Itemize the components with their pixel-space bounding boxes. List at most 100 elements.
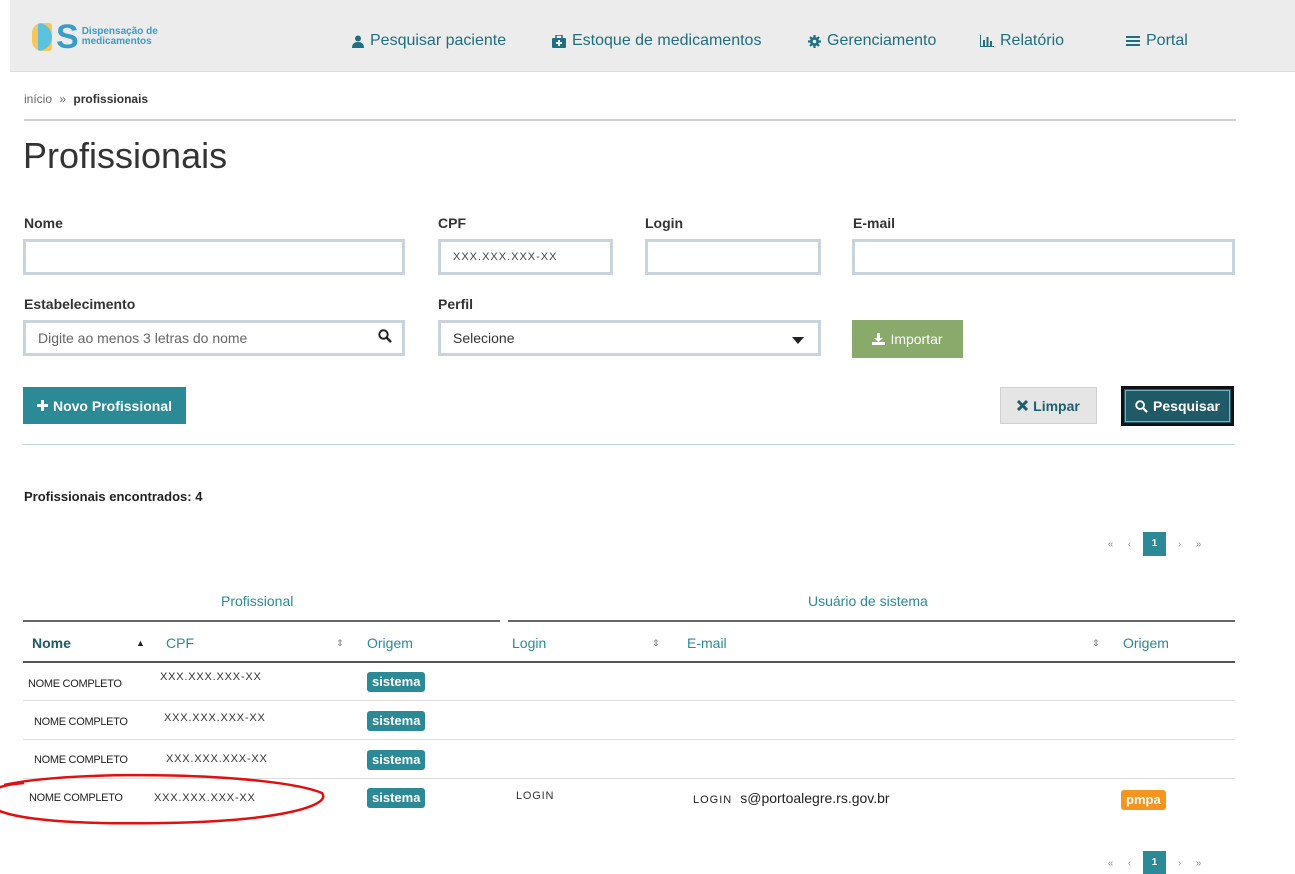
nome-input[interactable] [23,239,405,275]
first-page-button[interactable]: « [1101,858,1120,869]
next-page-button[interactable]: › [1170,539,1189,550]
nav-label: Pesquisar paciente [370,32,507,49]
nav-gerenciamento[interactable]: Gerenciamento [808,32,936,50]
cell-nome: NOME COMPLETO [34,716,128,728]
estabelecimento-input[interactable]: Digite ao menos 3 letras do nome [23,320,405,356]
pagination-top: « ‹ 1 › » [1101,532,1208,556]
cell-nome: NOME COMPLETO [34,754,128,766]
cell-cpf: XXX.XXX.XXX-XX [164,712,266,724]
group-profissional: Profissional [221,593,294,609]
col-nome[interactable]: Nome [32,635,71,651]
cell-cpf: XXX.XXX.XXX-XX [154,792,256,804]
limpar-button[interactable]: Limpar [1000,387,1097,424]
divider [23,444,1235,445]
row-divider [23,739,1235,740]
group-divider [508,620,1235,622]
importar-button[interactable]: Importar [852,320,963,358]
cell-login: LOGIN [516,790,555,802]
sort-icon[interactable]: ⇕ [336,638,344,649]
divider [24,119,1236,121]
perfil-label: Perfil [438,296,474,312]
table-header-divider [23,661,1235,663]
user-icon [352,35,364,48]
search-icon [1135,399,1148,413]
cell-nome: NOME COMPLETO [29,792,123,804]
email-domain-part: s@portoalegre.rs.gov.br [740,790,890,806]
logo-line-2: medicamentos [81,36,152,47]
col-email[interactable]: E-mail [687,635,727,651]
logo-mark-icon [32,23,52,51]
breadcrumb-separator: » [59,92,67,106]
pagination-bottom: « ‹ 1 › » [1101,851,1208,874]
novo-profissional-button[interactable]: Novo Profissional [23,387,186,424]
nome-label: Nome [24,215,63,231]
nav-relatorio[interactable]: Relatório [980,32,1064,50]
next-page-button[interactable]: › [1170,858,1189,869]
nav-label: Relatório [1000,32,1065,49]
sort-icon[interactable]: ⇕ [652,638,660,649]
sort-icon[interactable]: ⇕ [1092,638,1100,649]
origem-badge: sistema [367,750,426,770]
origem-usuario-badge: pmpa [1121,790,1166,810]
group-usuario: Usuário de sistema [808,593,928,609]
group-divider [23,620,500,622]
email-login-part: LOGIN [693,794,733,806]
logo-letters: S [56,18,79,56]
search-icon[interactable] [378,329,392,343]
sort-asc-icon[interactable]: ▲ [136,638,145,648]
cpf-value: XXX.XXX.XXX-XX [453,251,558,263]
cell-email: LOGIN s@portoalegre.rs.gov.br [693,790,890,806]
col-origem-usuario: Origem [1123,635,1169,651]
origem-badge: sistema [367,672,426,692]
pesquisar-button[interactable]: Pesquisar [1121,386,1234,426]
nav-label: Gerenciamento [827,32,937,49]
row-divider [23,778,1235,779]
prev-page-button[interactable]: ‹ [1120,858,1139,869]
perfil-select[interactable]: Selecione [438,320,821,356]
close-icon [1017,400,1029,411]
results-count: Profissionais encontrados: 4 [24,489,203,504]
breadcrumb-home[interactable]: início [24,92,52,106]
row-divider [23,700,1235,701]
login-label: Login [645,215,684,231]
col-origem: Origem [367,635,413,651]
last-page-button[interactable]: » [1189,858,1208,869]
cell-cpf: XXX.XXX.XXX-XX [166,753,268,765]
first-page-button[interactable]: « [1101,539,1120,550]
nav-pesquisar-paciente[interactable]: Pesquisar paciente [352,32,506,50]
bar-chart-icon [980,35,994,47]
menu-icon [1126,36,1140,46]
breadcrumb-current: profissionais [73,92,149,106]
page-1-button[interactable]: 1 [1143,532,1166,556]
email-input[interactable] [852,239,1235,275]
cpf-label: CPF [438,215,466,231]
breadcrumb: início » profissionais [24,92,148,106]
nav-estoque[interactable]: Estoque de medicamentos [552,32,761,50]
col-cpf[interactable]: CPF [166,635,194,651]
last-page-button[interactable]: » [1189,539,1208,550]
nav-portal[interactable]: Portal [1126,32,1188,50]
estabelecimento-label: Estabelecimento [24,296,136,312]
top-navbar: S Dispensação de medicamentos Pesquisar … [10,0,1295,72]
app-logo[interactable]: S Dispensação de medicamentos [32,18,158,56]
gear-icon [808,34,821,48]
nav-label: Estoque de medicamentos [572,32,762,49]
plus-icon [36,400,48,411]
page-1-button[interactable]: 1 [1143,851,1166,874]
download-icon [872,333,886,345]
page-title: Profissionais [23,135,228,176]
cell-nome: NOME COMPLETO [28,678,122,690]
origem-badge: sistema [367,788,426,808]
perfil-selected-value: Selecione [453,330,515,346]
col-login[interactable]: Login [512,635,546,651]
origem-badge: sistema [367,711,426,731]
caret-down-icon [792,337,804,344]
estabelecimento-placeholder: Digite ao menos 3 letras do nome [38,330,248,346]
prev-page-button[interactable]: ‹ [1120,539,1139,550]
cpf-input[interactable]: XXX.XXX.XXX-XX [438,239,613,275]
email-label: E-mail [853,215,896,231]
cell-cpf: XXX.XXX.XXX-XX [160,671,262,683]
medkit-icon [552,34,566,48]
login-input[interactable] [645,239,821,275]
nav-label: Portal [1146,32,1188,49]
